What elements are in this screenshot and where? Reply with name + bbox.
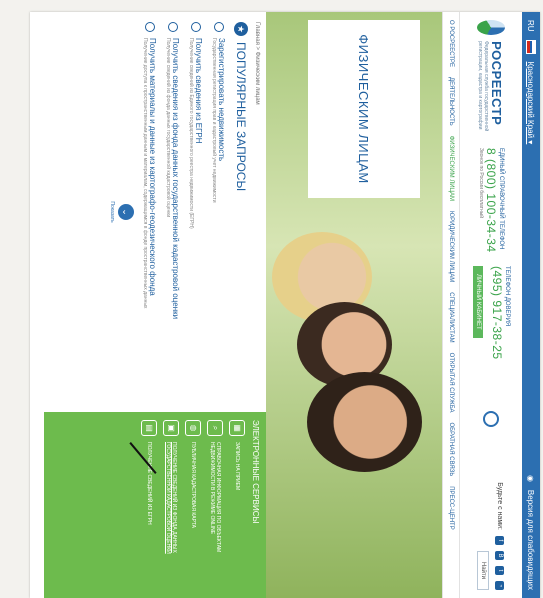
lang-switch[interactable]: RU [527,20,536,32]
hero-banner: ФИЗИЧЕСКИМ ЛИЦАМ [266,12,442,598]
accessibility-link[interactable]: Версия для слабовидящих [527,490,536,590]
trust-number[interactable]: (495) 917-38-25 [490,266,504,374]
service-item[interactable]: ◍ ПУБЛИЧНАЯ КАДАСТРОВАЯ КАРТА [185,420,201,590]
search-icon[interactable] [483,411,499,427]
top-bar: RU Краснодарский Край ▾ ◉ Версия для сла… [522,12,540,598]
globe-icon: ◍ [185,420,201,436]
nav-item-individuals[interactable]: ФИЗИЧЕСКИМ ЛИЦАМ [448,136,454,201]
e-services-panel: ЭЛЕКТРОННЫЕ СЕРВИСЫ ▦ ЗАПИСЬ НА ПРИЕМ ⌕ … [44,412,266,598]
request-item[interactable]: Получить сведения из фонда данных госуда… [165,22,180,402]
family-photo [266,222,442,482]
chevron-down-icon[interactable]: ⌄ [118,204,134,220]
nav-item-feedback[interactable]: ОБРАТНАЯ СВЯЗЬ [448,423,454,477]
rss-icon[interactable]: ◔ [495,581,505,590]
region-selector[interactable]: Краснодарский Край ▾ [527,62,536,145]
stay-with-us-label: Будьте с нами: [496,482,504,530]
hotline-caption: Единый справочный телефон [498,148,504,250]
magnifier-icon: ⌕ [207,420,223,436]
popular-title-row: ★ ПОПУЛЯРНЫЕ ЗАПРОСЫ [234,22,248,402]
service-label[interactable]: ПОЛУЧЕНИЕ СВЕДЕНИЙ ИЗ ФОНДА ДАННЫХ ГОСУД… [165,442,177,590]
request-title[interactable]: Зарегистрировать недвижимость [217,38,226,203]
logo-name: РОСРЕЕСТР [489,41,505,126]
request-title[interactable]: Получить сведения из фонда данных госуда… [171,38,180,319]
search-area [483,384,499,454]
nav-item-legal[interactable]: ЮРИДИЧЕСКИМ ЛИЦАМ [448,211,454,282]
picture-icon: ▣ [163,420,179,436]
vk-icon[interactable]: B [495,551,505,560]
service-label[interactable]: СПРАВОЧНАЯ ИНФОРМАЦИЯ ПО ОБЪЕКТАМ НЕДВИЖ… [209,442,221,590]
popular-title: ПОПУЛЯРНЫЕ ЗАПРОСЫ [234,42,248,192]
request-item[interactable]: Зарегистрировать недвижимость Государстве… [211,22,226,402]
eye-icon: ◉ [526,474,536,482]
hotline-block: Единый справочный телефон 8 (800) 100-34… [478,148,504,256]
service-item-highlighted[interactable]: ▣ ПОЛУЧЕНИЕ СВЕДЕНИЙ ИЗ ФОНДА ДАННЫХ ГОС… [163,420,179,590]
breadcrumb[interactable]: Главная > Физическим лицам [254,22,260,402]
logo[interactable]: РОСРЕЕСТР Федеральная служба государстве… [477,20,505,138]
lower-section: Главная > Физическим лицам ★ ПОПУЛЯРНЫЕ … [44,12,266,598]
service-label[interactable]: ПОЛУЧЕНИЕ СВЕДЕНИЙ ИЗ ЕГРН [146,442,152,525]
find-button[interactable]: Найти [477,550,490,590]
nav-item-activity[interactable]: ДЕЯТЕЛЬНОСТЬ [448,77,454,126]
request-desc: Государственная регистрация прав и кадас… [211,38,217,203]
main-nav: О РОСРЕЕСТРЕ ДЕЯТЕЛЬНОСТЬ ФИЗИЧЕСКИМ ЛИЦ… [442,12,459,598]
request-title[interactable]: Получить материалы и данные из картограф… [148,38,157,308]
hero-panel: ФИЗИЧЕСКИМ ЛИЦАМ [308,20,420,198]
e-services-title: ЭЛЕКТРОННЫЕ СЕРВИСЫ [251,420,260,524]
arrow-circle-icon [168,22,178,32]
show-more[interactable]: ⌄ Показать [109,22,134,402]
hotline-number[interactable]: 8 (800) 100-34-34 [484,148,498,256]
show-more-label[interactable]: Показать [109,201,115,222]
service-item[interactable]: ⌕ СПРАВОЧНАЯ ИНФОРМАЦИЯ ПО ОБЪЕКТАМ НЕДВ… [207,420,223,590]
service-item[interactable]: ▦ ЗАПИСЬ НА ПРИЕМ [229,420,245,590]
book-icon: ▤ [141,420,157,436]
nav-item-specialists[interactable]: СПЕЦИАЛИСТАМ [448,292,454,342]
arrow-circle-icon [145,22,155,32]
site-header: РОСРЕЕСТР Федеральная служба государстве… [459,12,522,598]
trust-caption: Телефон доверия [504,266,510,327]
arrow-circle-icon [214,22,224,32]
arrow-circle-icon [191,22,201,32]
service-label[interactable]: ПУБЛИЧНАЯ КАДАСТРОВАЯ КАРТА [190,442,196,528]
request-item[interactable]: Получить сведения из ЕГРН Получение сведе… [188,22,203,402]
service-item[interactable]: ▤ ПОЛУЧЕНИЕ СВЕДЕНИЙ ИЗ ЕГРН [141,420,157,590]
social-block: Будьте с нами: f B t ◔ Найти [477,464,505,590]
service-label[interactable]: ЗАПИСЬ НА ПРИЕМ [234,442,240,490]
request-item[interactable]: Получить материалы и данные из картограф… [142,22,157,402]
star-icon: ★ [234,22,248,36]
scanned-paper: RU Краснодарский Край ▾ ◉ Версия для сла… [0,0,543,598]
nav-item-about[interactable]: О РОСРЕЕСТРЕ [448,20,454,67]
nav-item-press[interactable]: ПРЕСС-ЦЕНТР [448,486,454,529]
nav-item-open-service[interactable]: ОТКРЫТАЯ СЛУЖБА [448,353,454,413]
request-title[interactable]: Получить сведения из ЕГРН [194,38,203,229]
personal-cabinet-button[interactable]: ЛИЧНЫЙ КАБИНЕТ [473,266,483,338]
logo-subtitle: Федеральная служба государственной регис… [477,41,490,132]
twitter-icon[interactable]: t [495,566,505,575]
calendar-icon: ▦ [229,420,245,436]
logo-mark-icon [477,20,505,36]
popular-requests: Главная > Физическим лицам ★ ПОПУЛЯРНЫЕ … [44,12,266,412]
request-desc: Получение сведений из Единого государств… [188,38,194,229]
hero-title: ФИЗИЧЕСКИМ ЛИЦАМ [356,34,372,184]
flag-icon [526,39,536,54]
rosreestr-page: RU Краснодарский Край ▾ ◉ Версия для сла… [30,12,540,598]
request-desc: Получение доступа к пространственным дан… [142,38,148,309]
trust-phone-block: Телефон доверия (495) 917-38-25 ЛИЧНЫЙ К… [472,266,510,374]
facebook-icon[interactable]: f [495,536,505,545]
